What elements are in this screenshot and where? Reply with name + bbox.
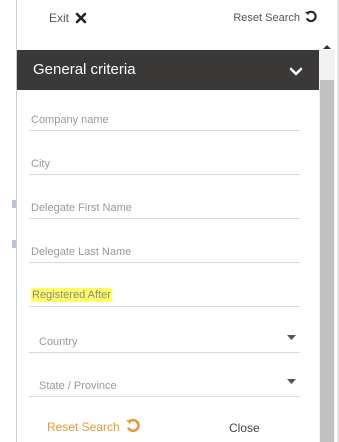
reset-icon: [125, 418, 140, 436]
country-select-label: Country: [39, 336, 78, 348]
panel-topbar: Exit Reset Search: [17, 0, 337, 42]
section-title: General criteria: [33, 61, 136, 78]
chevron-down-icon: [289, 64, 303, 82]
city-placeholder: City: [31, 158, 50, 170]
exit-button[interactable]: Exit: [49, 9, 87, 27]
delegate-first-name-field[interactable]: Delegate First Name: [29, 194, 300, 219]
delegate-last-name-placeholder: Delegate Last Name: [31, 246, 132, 258]
caret-down-icon: [287, 376, 296, 388]
registered-after-field[interactable]: Registered After: [29, 282, 300, 307]
reset-search-label: Reset Search: [47, 420, 120, 434]
scrollbar-thumb[interactable]: [320, 80, 334, 442]
reset-search-top-label: Reset Search: [233, 12, 300, 24]
general-criteria-header[interactable]: General criteria: [17, 50, 319, 90]
reset-icon: [304, 10, 317, 26]
close-button[interactable]: Close: [229, 421, 260, 435]
delegate-last-name-field[interactable]: Delegate Last Name: [29, 238, 300, 263]
exit-label: Exit: [49, 11, 70, 25]
caret-down-icon: [287, 332, 296, 344]
company-name-field[interactable]: Company name: [29, 106, 300, 131]
state-province-select-label: State / Province: [39, 380, 117, 392]
background-marker: [12, 200, 16, 208]
search-panel: Exit Reset Search General criteria Compa…: [17, 0, 339, 442]
registered-after-placeholder: Registered After: [31, 288, 112, 302]
background-marker: [12, 240, 16, 248]
close-x-icon: [75, 12, 87, 24]
country-select[interactable]: Country: [29, 328, 300, 353]
background-pane: [0, 0, 16, 442]
state-province-select[interactable]: State / Province: [29, 372, 300, 397]
city-field[interactable]: City: [29, 150, 300, 175]
company-name-placeholder: Company name: [31, 114, 109, 126]
reset-search-top-button[interactable]: Reset Search: [233, 9, 317, 27]
delegate-first-name-placeholder: Delegate First Name: [31, 202, 132, 214]
reset-search-button[interactable]: Reset Search: [47, 418, 140, 436]
